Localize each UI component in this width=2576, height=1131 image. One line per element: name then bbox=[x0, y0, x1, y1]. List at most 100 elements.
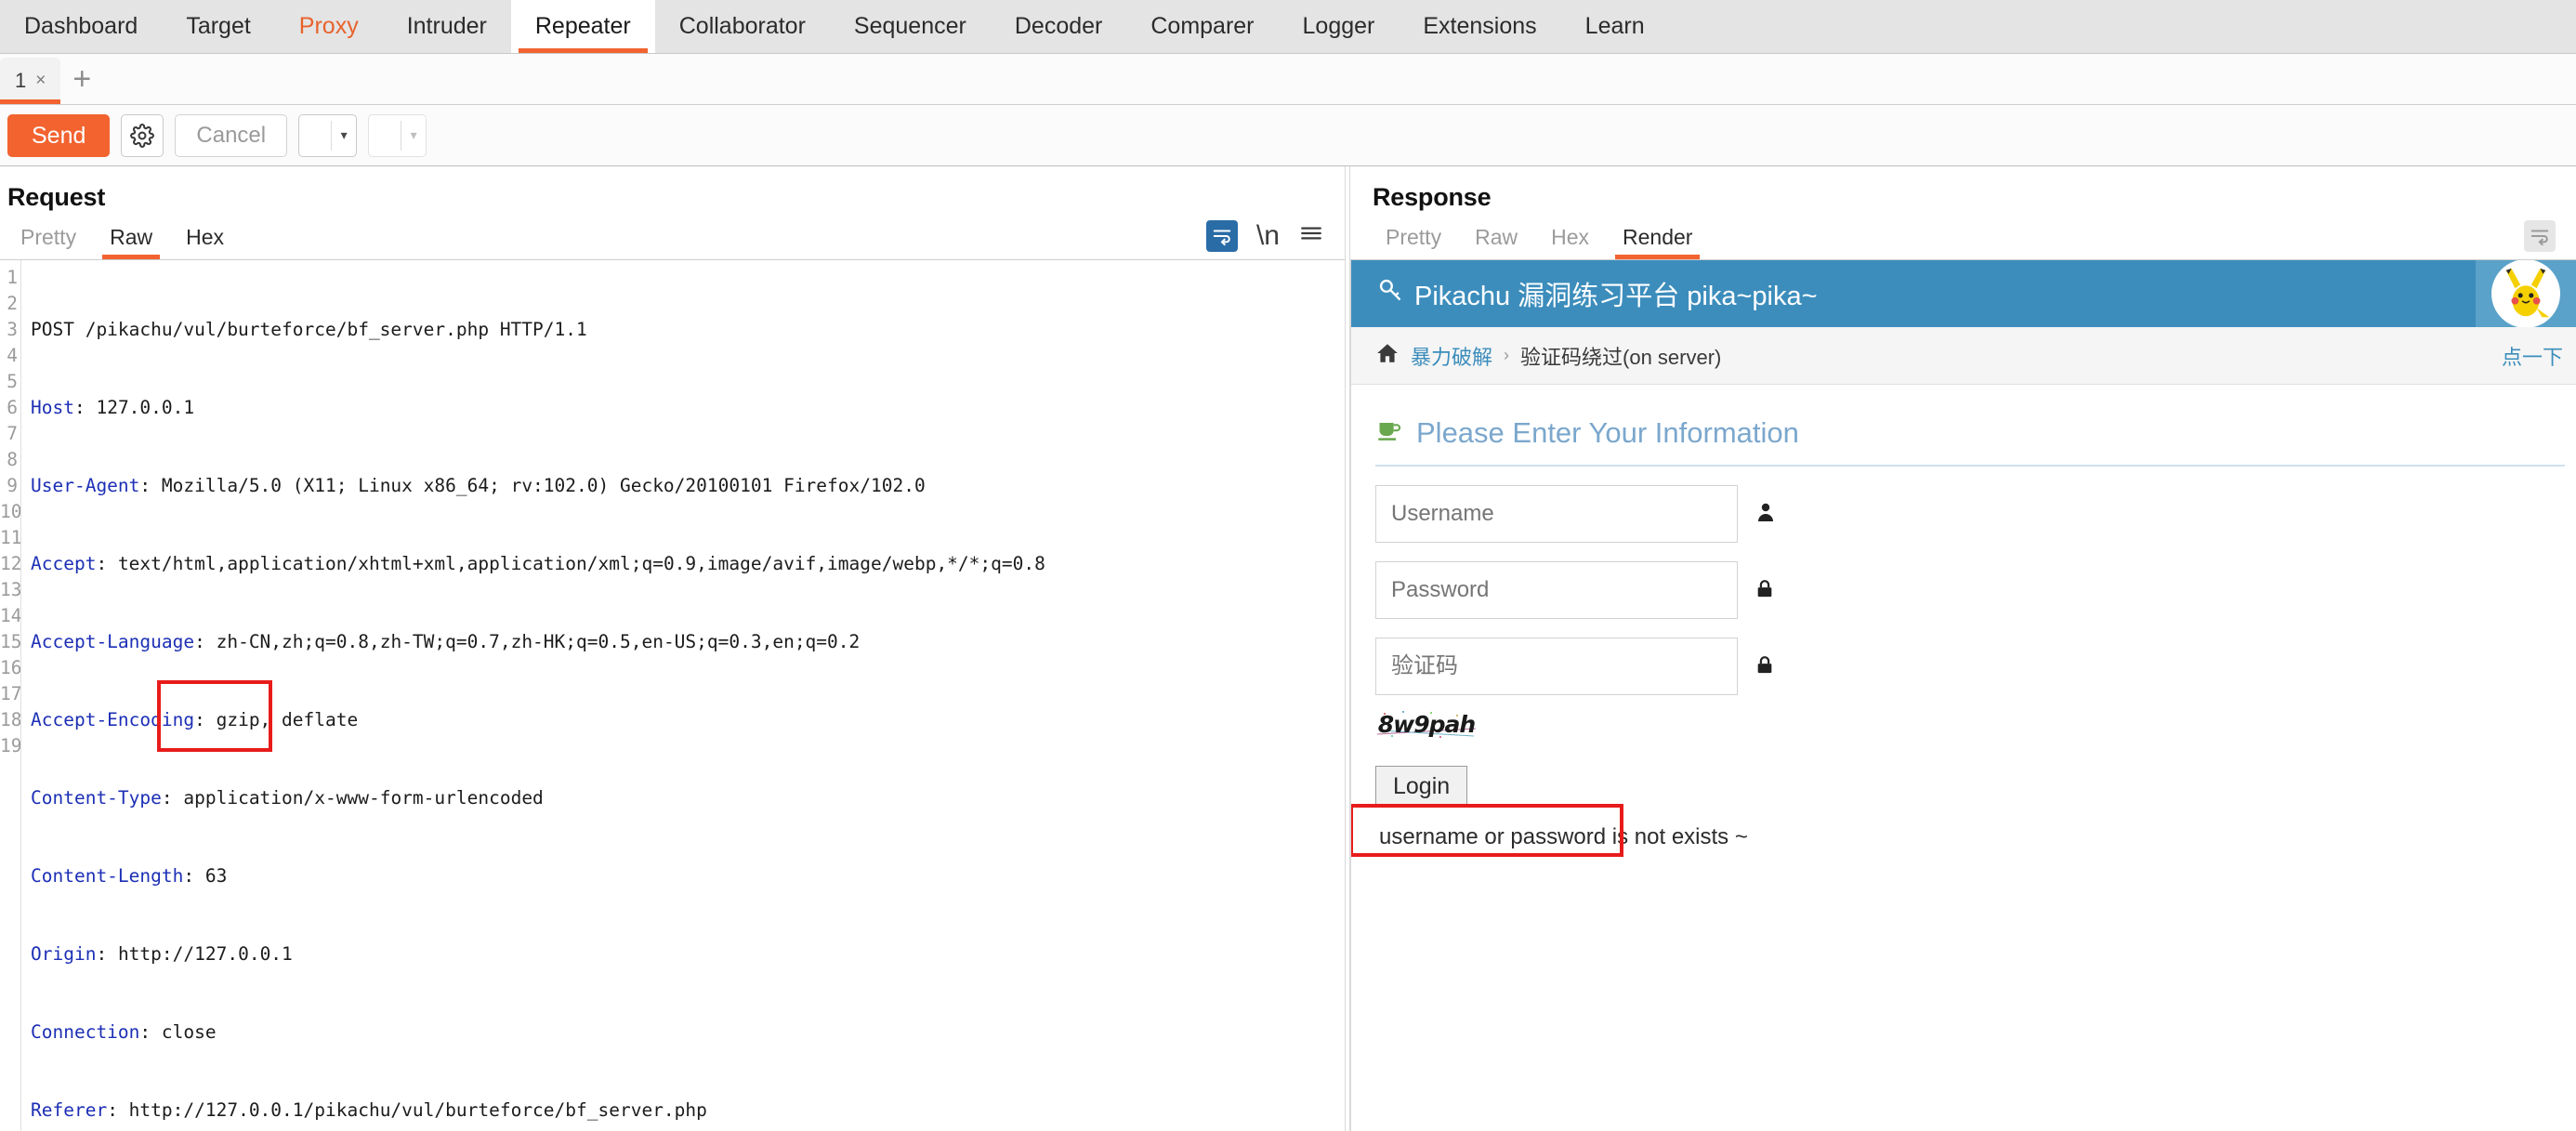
breadcrumb-parent-link[interactable]: 暴力破解 bbox=[1411, 341, 1492, 371]
response-tab-raw[interactable]: Raw bbox=[1458, 225, 1534, 259]
repeater-tab-1[interactable]: 1 × bbox=[0, 58, 61, 104]
request-line-4-header: Accept bbox=[31, 553, 97, 574]
request-line-5-sep: : bbox=[194, 631, 205, 652]
request-line-4-value: text/html,application/xhtml+xml,applicat… bbox=[107, 553, 1045, 574]
password-field-row bbox=[1375, 561, 2576, 619]
previous-request-button[interactable]: ‹ ▾ bbox=[298, 113, 358, 157]
word-wrap-icon[interactable] bbox=[2524, 220, 2556, 252]
request-line-2-value: 127.0.0.1 bbox=[85, 397, 195, 418]
captcha-text: 8w9pah bbox=[1377, 710, 1476, 738]
captcha-image[interactable]: 8w9pah bbox=[1375, 708, 1478, 740]
user-icon bbox=[1755, 500, 1777, 529]
line-number: 12 bbox=[0, 553, 21, 574]
nav-tab-logger[interactable]: Logger bbox=[1279, 0, 1400, 53]
request-toolbar-icons: \n bbox=[1205, 220, 1345, 259]
home-icon[interactable] bbox=[1375, 341, 1400, 371]
response-tab-pretty-label: Pretty bbox=[1386, 225, 1442, 249]
request-line-9-value: http://127.0.0.1 bbox=[107, 943, 293, 965]
request-line-10-value: close bbox=[151, 1021, 217, 1043]
request-tab-hex[interactable]: Hex bbox=[169, 225, 241, 259]
pikachu-avatar bbox=[2491, 260, 2560, 328]
request-line-10: Connection: close bbox=[31, 1019, 1345, 1046]
request-line-9-header: Origin bbox=[31, 943, 97, 965]
repeater-action-bar: Send Cancel ‹ ▾ › ▾ bbox=[0, 105, 2576, 166]
nav-tab-extensions-label: Extensions bbox=[1423, 13, 1537, 39]
nav-tab-comparer-label: Comparer bbox=[1150, 13, 1255, 39]
request-line-9-sep: : bbox=[96, 943, 108, 965]
login-button[interactable]: Login bbox=[1375, 766, 1468, 808]
chevron-down-icon[interactable]: ▾ bbox=[332, 115, 356, 156]
line-number: 6 bbox=[7, 397, 18, 418]
username-input[interactable] bbox=[1375, 485, 1738, 543]
line-number: 8 bbox=[7, 449, 18, 470]
hint-link[interactable]: 点一下 bbox=[2502, 341, 2563, 371]
request-line-6-value: gzip, deflate bbox=[204, 709, 359, 730]
nav-tab-extensions[interactable]: Extensions bbox=[1399, 0, 1560, 53]
request-line-3-sep: : bbox=[139, 475, 151, 496]
nav-tab-learn[interactable]: Learn bbox=[1561, 0, 1669, 53]
captcha-field-row bbox=[1375, 638, 2576, 695]
repeater-tab-strip: 1 × + bbox=[0, 54, 2576, 105]
request-line-10-header: Connection bbox=[31, 1021, 140, 1043]
password-input[interactable] bbox=[1375, 561, 1738, 619]
next-request-button[interactable]: › ▾ bbox=[368, 113, 427, 157]
request-line-3-value: Mozilla/5.0 (X11; Linux x86_64; rv:102.0… bbox=[151, 475, 926, 496]
request-line-3-header: User-Agent bbox=[31, 475, 140, 496]
newline-icon[interactable]: \n bbox=[1256, 222, 1280, 250]
request-line-2: Host: 127.0.0.1 bbox=[31, 395, 1345, 421]
pikachu-site-title-text: Pikachu 漏洞练习平台 pika~pika~ bbox=[1414, 282, 1818, 311]
request-line-4: Accept: text/html,application/xhtml+xml,… bbox=[31, 551, 1345, 577]
request-line-8-sep: : bbox=[183, 865, 195, 887]
cancel-button[interactable]: Cancel bbox=[175, 113, 288, 157]
nav-tab-target[interactable]: Target bbox=[162, 0, 274, 53]
nav-tab-collaborator-label: Collaborator bbox=[678, 13, 806, 39]
nav-tab-sequencer[interactable]: Sequencer bbox=[830, 0, 991, 53]
chevron-down-icon[interactable]: ▾ bbox=[401, 115, 426, 156]
line-number: 10 bbox=[0, 501, 21, 522]
line-number: 13 bbox=[0, 579, 21, 600]
request-line-7: Content-Type: application/x-www-form-url… bbox=[31, 785, 1345, 811]
coffee-cup-icon bbox=[1375, 416, 1403, 450]
request-editor[interactable]: 1 2 3 4 5 6 7 8 9 10 11 12 13 14 15 16 1… bbox=[0, 260, 1345, 1131]
close-icon[interactable]: × bbox=[35, 71, 46, 91]
nav-tab-decoder[interactable]: Decoder bbox=[991, 0, 1127, 53]
request-tab-raw[interactable]: Raw bbox=[93, 225, 169, 259]
request-raw-text[interactable]: POST /pikachu/vul/burteforce/bf_server.p… bbox=[21, 260, 1345, 1131]
captcha-input[interactable] bbox=[1375, 638, 1738, 695]
request-line-6: Accept-Encoding: gzip, deflate bbox=[31, 707, 1345, 733]
nav-tab-proxy[interactable]: Proxy bbox=[275, 0, 383, 53]
request-line-2-header: Host bbox=[31, 397, 74, 418]
hamburger-menu-icon[interactable] bbox=[1298, 221, 1324, 251]
request-tab-pretty[interactable]: Pretty bbox=[4, 225, 93, 259]
request-line-5-value: zh-CN,zh;q=0.8,zh-TW;q=0.7,zh-HK;q=0.5,e… bbox=[204, 631, 861, 652]
gear-icon[interactable] bbox=[121, 113, 164, 157]
line-number: 15 bbox=[0, 631, 21, 652]
repeater-tab-1-label: 1 bbox=[15, 69, 27, 92]
key-icon bbox=[1377, 277, 1403, 310]
response-toolbar-icons bbox=[2524, 220, 2576, 259]
request-line-6-header: Accept-Encoding bbox=[31, 709, 195, 730]
line-number-gutter: 1 2 3 4 5 6 7 8 9 10 11 12 13 14 15 16 1… bbox=[0, 260, 21, 1131]
response-tab-raw-label: Raw bbox=[1475, 225, 1518, 249]
response-tab-pretty[interactable]: Pretty bbox=[1369, 225, 1458, 259]
add-tab-icon[interactable]: + bbox=[60, 54, 103, 104]
form-heading: Please Enter Your Information bbox=[1375, 416, 2565, 467]
nav-tab-intruder[interactable]: Intruder bbox=[383, 0, 511, 53]
nav-tab-repeater[interactable]: Repeater bbox=[510, 0, 655, 53]
response-tab-render[interactable]: Render bbox=[1606, 225, 1709, 259]
nav-tab-collaborator[interactable]: Collaborator bbox=[655, 0, 830, 53]
request-line-11: Referer: http://127.0.0.1/pikachu/vul/bu… bbox=[31, 1098, 1345, 1124]
lock-icon bbox=[1755, 576, 1775, 605]
nav-tab-dashboard[interactable]: Dashboard bbox=[0, 0, 162, 53]
nav-tab-logger-label: Logger bbox=[1302, 13, 1375, 39]
word-wrap-icon[interactable] bbox=[1205, 220, 1238, 252]
send-button[interactable]: Send bbox=[7, 113, 111, 157]
request-line-2-sep: : bbox=[73, 397, 85, 418]
response-pane: Response Pretty Raw Hex Render Pikachu 漏… bbox=[1350, 166, 2576, 1131]
nav-tab-dashboard-label: Dashboard bbox=[24, 13, 138, 39]
chevron-right-icon: › bbox=[369, 115, 401, 156]
response-tab-hex[interactable]: Hex bbox=[1534, 225, 1606, 259]
line-number: 11 bbox=[0, 527, 21, 548]
response-tab-render-label: Render bbox=[1623, 225, 1693, 249]
nav-tab-comparer[interactable]: Comparer bbox=[1126, 0, 1278, 53]
